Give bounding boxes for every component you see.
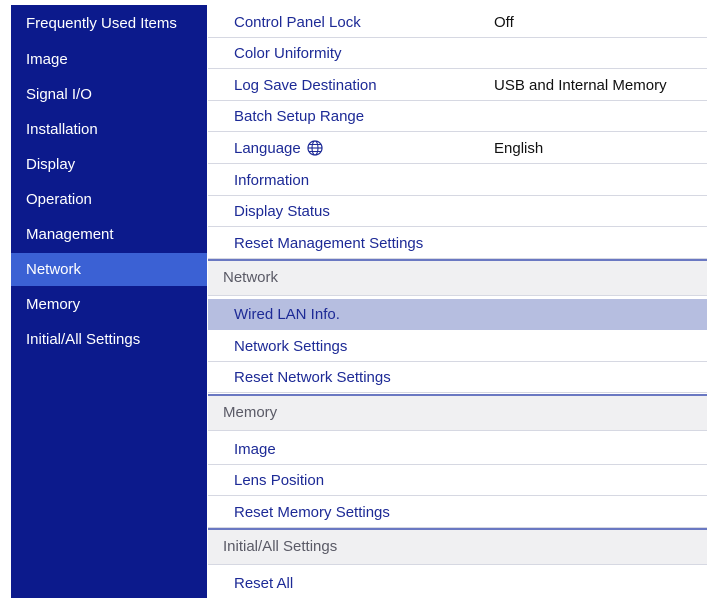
row-label: Reset Management Settings <box>234 235 424 252</box>
row-label: Batch Setup Range <box>234 108 365 125</box>
menu-row-color-uniformity[interactable]: Color Uniformity <box>208 38 707 69</box>
sidebar-item-initial-all-settings[interactable]: Initial/All Settings <box>11 323 207 356</box>
row-label: Log Save Destination <box>234 77 377 94</box>
row-label: Information <box>234 172 310 189</box>
sidebar-item-frequently-used-items[interactable]: Frequently Used Items <box>11 7 207 40</box>
row-label: Color Uniformity <box>234 45 342 62</box>
row-label: Reset All <box>234 575 294 592</box>
language-label: Language <box>234 140 301 157</box>
menu-row-display-status[interactable]: Display Status <box>208 196 707 227</box>
menu-row-batch-setup-range[interactable]: Batch Setup Range <box>208 101 707 132</box>
menu-row-memory-image[interactable]: Image <box>208 434 707 465</box>
sidebar-item-memory[interactable]: Memory <box>11 288 207 321</box>
menu-row-reset-memory-settings[interactable]: Reset Memory Settings <box>208 497 707 528</box>
sidebar-item-management[interactable]: Management <box>11 218 207 251</box>
section-header-memory: Memory <box>208 394 707 431</box>
menu-row-lens-position[interactable]: Lens Position <box>208 465 707 496</box>
row-value: English <box>494 140 544 157</box>
sidebar-item-installation[interactable]: Installation <box>11 113 207 146</box>
menu-row-reset-all[interactable]: Reset All <box>208 568 707 599</box>
menu-row-reset-management-settings[interactable]: Reset Management Settings <box>208 228 707 259</box>
section-title: Initial/All Settings <box>223 538 338 555</box>
row-label: Control Panel Lock <box>234 14 361 31</box>
row-label: Reset Network Settings <box>234 369 391 386</box>
section-title: Memory <box>223 404 278 421</box>
menu-row-reset-network-settings[interactable]: Reset Network Settings <box>208 362 707 393</box>
menu-row-information[interactable]: Information <box>208 165 707 196</box>
sidebar-item-image[interactable]: Image <box>11 43 207 76</box>
row-label: Display Status <box>234 203 330 220</box>
section-header-initial-all-settings: Initial/All Settings <box>208 528 707 565</box>
row-label: Image <box>234 441 276 458</box>
row-label: Language <box>234 133 323 164</box>
row-label: Wired LAN Info. <box>234 306 340 323</box>
row-label: Network Settings <box>234 338 348 355</box>
menu-row-network-settings[interactable]: Network Settings <box>208 331 707 362</box>
row-label: Lens Position <box>234 472 325 489</box>
sidebar-item-display[interactable]: Display <box>11 148 207 181</box>
sidebar-item-network[interactable]: Network <box>11 253 207 286</box>
menu-row-language[interactable]: Language English <box>208 133 707 164</box>
settings-panel: Control Panel Lock Off Color Uniformity … <box>208 5 707 598</box>
menu-row-wired-lan-info[interactable]: Wired LAN Info. <box>208 299 707 330</box>
sidebar-item-operation[interactable]: Operation <box>11 183 207 216</box>
sidebar-item-signal-io[interactable]: Signal I/O <box>11 78 207 111</box>
section-title: Network <box>223 269 279 286</box>
row-label: Reset Memory Settings <box>234 504 390 521</box>
sidebar-menu: Frequently Used Items Image Signal I/O I… <box>11 5 207 598</box>
menu-row-control-panel-lock[interactable]: Control Panel Lock Off <box>208 7 707 38</box>
section-header-network: Network <box>208 259 707 296</box>
row-value: USB and Internal Memory <box>494 77 667 94</box>
globe-icon <box>307 140 323 156</box>
row-value: Off <box>494 14 514 31</box>
menu-row-log-save-destination[interactable]: Log Save Destination USB and Internal Me… <box>208 70 707 101</box>
